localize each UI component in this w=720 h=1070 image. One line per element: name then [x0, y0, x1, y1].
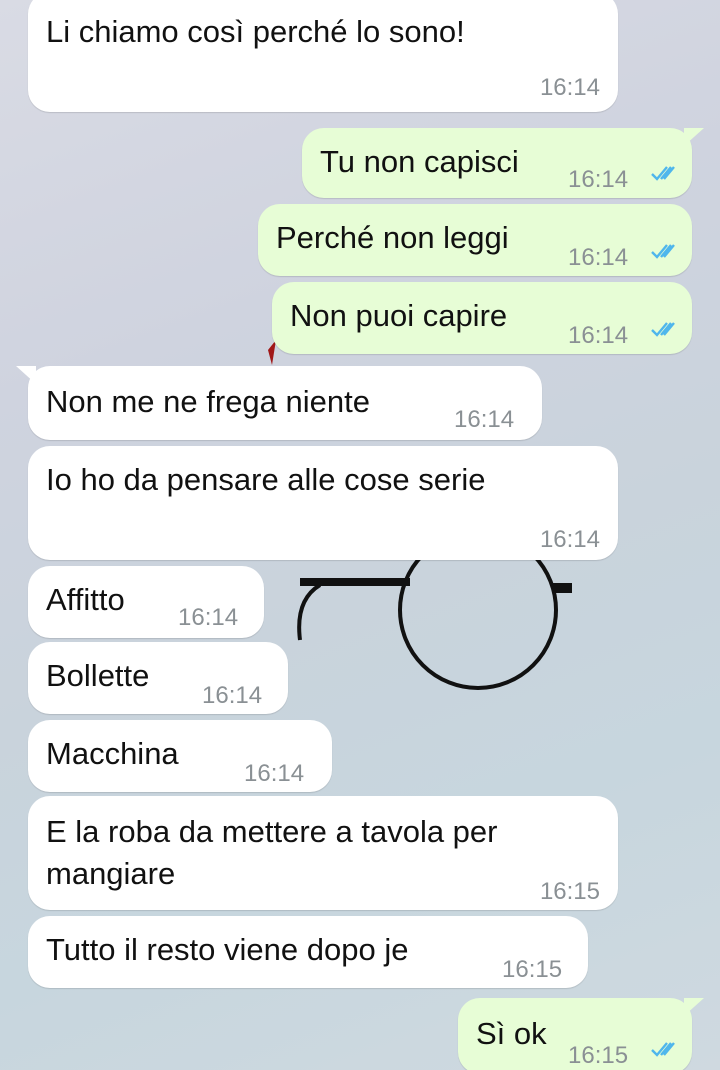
message-text: Macchina	[46, 736, 179, 771]
message-text: Non me ne frega niente	[46, 384, 370, 419]
message-time: 16:14	[539, 526, 600, 553]
message-text: Affitto	[46, 582, 125, 617]
message-incoming[interactable]: Non me ne frega niente 16:14	[16, 366, 542, 440]
message-text: Perché non leggi	[276, 220, 509, 255]
message-time: 16:14	[244, 760, 305, 787]
message-text: Bollette	[46, 658, 150, 693]
bubble-tail	[16, 366, 36, 384]
message-incoming[interactable]: E la roba da mettere a tavola per mangia…	[28, 796, 618, 910]
message-outgoing[interactable]: Sì ok 16:15	[458, 998, 704, 1070]
read-double-check-icon	[651, 1042, 675, 1057]
message-time: 16:14	[568, 166, 629, 193]
message-incoming[interactable]: Bollette 16:14	[28, 642, 288, 714]
message-time: 16:15	[568, 1042, 629, 1069]
message-text: Li chiamo così perché lo sono!	[46, 14, 465, 49]
message-time: 16:14	[178, 604, 239, 631]
bubble-tail	[684, 998, 704, 1016]
read-double-check-icon	[651, 166, 675, 181]
message-text: Tu non capisci	[320, 144, 519, 179]
message-text: Io ho da pensare alle cose serie	[46, 462, 486, 497]
message-outgoing[interactable]: Non puoi capire 16:14	[272, 282, 692, 354]
message-time: 16:14	[568, 244, 629, 271]
message-time: 16:14	[539, 74, 600, 101]
read-double-check-icon	[651, 322, 675, 337]
message-time: 16:14	[202, 682, 263, 709]
message-incoming[interactable]: Affitto 16:14	[28, 566, 264, 638]
message-incoming[interactable]: Macchina 16:14	[28, 720, 332, 792]
message-time: 16:14	[568, 322, 629, 349]
message-incoming[interactable]: Tutto il resto viene dopo je 16:15	[28, 916, 588, 988]
message-text: Sì ok	[476, 1016, 547, 1051]
message-outgoing[interactable]: Perché non leggi 16:14	[258, 204, 692, 276]
message-outgoing[interactable]: Tu non capisci 16:14	[302, 128, 704, 198]
message-text: Tutto il resto viene dopo je	[46, 932, 409, 967]
read-double-check-icon	[651, 244, 675, 259]
message-time: 16:15	[539, 878, 600, 905]
bubble-tail	[684, 128, 704, 146]
message-incoming[interactable]: Li chiamo così perché lo sono! 16:14	[28, 0, 618, 112]
message-time: 16:15	[502, 956, 563, 983]
message-time: 16:14	[454, 406, 515, 433]
message-text-line2: mangiare	[46, 856, 176, 891]
message-text: Non puoi capire	[290, 298, 508, 333]
message-text-line1: E la roba da mettere a tavola per	[46, 814, 498, 849]
message-incoming[interactable]: Io ho da pensare alle cose serie 16:14	[28, 446, 618, 560]
chat-message-list[interactable]: Li chiamo così perché lo sono! 16:14 Tu …	[0, 0, 720, 1070]
